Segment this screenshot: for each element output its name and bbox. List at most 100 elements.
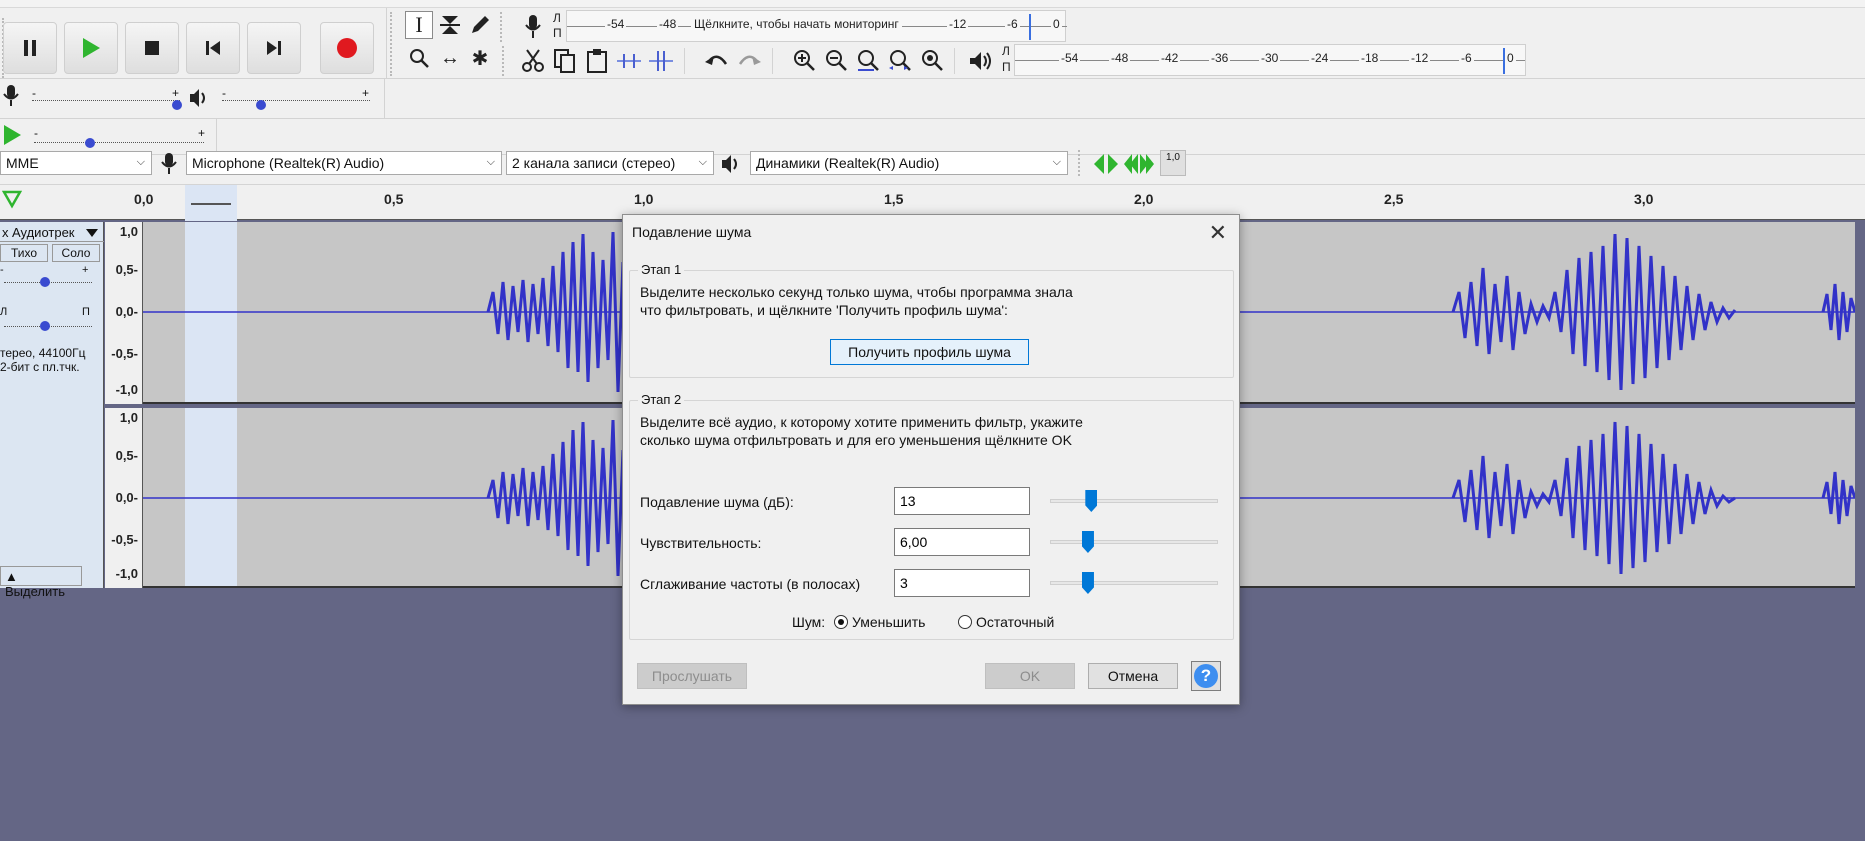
gain-plus: + <box>82 264 89 276</box>
noise-mode-label: Шум: <box>792 614 826 630</box>
sensitivity-input[interactable] <box>894 528 1030 556</box>
multi-tool[interactable]: ✱ <box>466 44 494 72</box>
copy-icon[interactable] <box>552 48 578 74</box>
step1-group: Этап 1 Выделите несколько секунд только … <box>629 262 1234 378</box>
microphone-icon[interactable] <box>522 14 544 40</box>
play-speed-slider[interactable] <box>34 142 204 143</box>
record-meter-grip[interactable] <box>500 12 508 42</box>
select-track-button[interactable]: ▲ Выделить <box>0 566 82 599</box>
recording-volume-slider[interactable] <box>32 100 180 101</box>
scale-label: -1,0 <box>115 382 138 397</box>
zoom-toggle-icon[interactable] <box>920 48 944 72</box>
timeshift-tool[interactable]: ↔ <box>436 44 464 72</box>
stop-button[interactable] <box>125 22 179 74</box>
vertical-scale-right[interactable]: 1,0 0,5- 0,0- -0,5- -1,0 <box>105 408 143 588</box>
envelope-icon <box>440 16 460 34</box>
cut-icon[interactable] <box>520 48 546 74</box>
playback-device-select[interactable]: Динамики (Realtek(R) Audio) ⌵ <box>750 151 1068 175</box>
preview-button[interactable]: Прослушать <box>637 663 747 689</box>
track-format: тереo, 44100Гц <box>0 346 86 360</box>
help-button[interactable]: ? <box>1191 661 1221 691</box>
residue-radio-label[interactable]: Остаточный <box>976 613 1054 631</box>
step1-text-line1: Выделите несколько секунд только шума, ч… <box>640 284 1073 300</box>
sensitivity-thumb[interactable] <box>1081 531 1094 553</box>
track-control-panel[interactable]: x Аудиотрек Тихо Соло - + Л П тереo, 441… <box>0 222 104 599</box>
play-at-speed-icon[interactable] <box>2 124 22 146</box>
play-meter-tick: -48 <box>1109 51 1131 65</box>
track-close-button[interactable]: x <box>2 225 9 240</box>
undo-icon[interactable] <box>704 50 730 72</box>
ok-button[interactable]: OK <box>985 663 1075 689</box>
playback-volume-thumb[interactable] <box>256 100 266 110</box>
trim-icon[interactable] <box>616 48 642 74</box>
noise-reduction-db-thumb[interactable] <box>1085 490 1098 512</box>
selection-tool[interactable]: I <box>405 11 433 39</box>
residue-radio[interactable] <box>958 615 972 629</box>
fit-project-icon[interactable] <box>888 48 912 72</box>
record-button[interactable] <box>320 22 374 74</box>
cancel-button[interactable]: Отмена <box>1088 663 1178 689</box>
zoom-out-icon[interactable] <box>824 48 848 72</box>
timeshift-icon: ↔ <box>440 46 460 69</box>
fit-selection-icon[interactable] <box>856 48 880 72</box>
speaker-icon <box>722 155 737 173</box>
play-meter[interactable]: -54 -48 -42 -36 -30 -24 -18 -12 -6 0 <box>1014 44 1526 76</box>
paste-icon[interactable] <box>584 48 610 74</box>
frequency-smoothing-slider[interactable] <box>1050 572 1218 594</box>
zoom-tool[interactable] <box>405 44 433 72</box>
pause-button[interactable] <box>3 22 57 74</box>
edit-toolbar-grip[interactable] <box>502 46 510 76</box>
slider-minus: - <box>222 86 226 100</box>
peak-marker <box>1029 14 1031 40</box>
noise-reduction-db-label: Подавление шума (дБ): <box>640 494 794 510</box>
top-strip <box>0 0 1865 8</box>
sensitivity-label: Чувствительность: <box>640 535 762 551</box>
audio-host-select[interactable]: MME ⌵ <box>0 151 152 175</box>
play-speed-thumb[interactable] <box>85 138 95 148</box>
redo-icon[interactable] <box>736 50 762 72</box>
ruler-menu-icon[interactable] <box>2 189 22 209</box>
get-noise-profile-button[interactable]: Получить профиль шума <box>830 339 1029 365</box>
envelope-tool[interactable] <box>436 11 464 39</box>
triangle-down-icon[interactable] <box>86 229 98 237</box>
skip-marks-icon[interactable] <box>1122 152 1156 176</box>
draw-tool[interactable] <box>466 11 494 39</box>
play-cut-preview-icon[interactable] <box>1092 152 1120 176</box>
frequency-smoothing-input[interactable] <box>894 569 1030 597</box>
sensitivity-slider[interactable] <box>1050 531 1218 553</box>
channels-select[interactable]: 2 канала записи (стерео) ⌵ <box>506 151 714 175</box>
step2-group: Этап 2 Выделите всё аудио, к которому хо… <box>629 392 1234 640</box>
solo-button[interactable]: Соло <box>52 244 100 262</box>
play-meter-tick: -24 <box>1309 51 1331 65</box>
speaker-icon[interactable] <box>968 50 994 72</box>
noise-reduction-db-slider[interactable] <box>1050 490 1218 512</box>
gain-thumb[interactable] <box>40 277 50 287</box>
play-at-speed-badge[interactable]: 1,0 <box>1160 150 1186 176</box>
silence-icon[interactable] <box>648 48 674 74</box>
record-meter-hint: Щёлкните, чтобы начать мониторинг <box>691 17 902 31</box>
recording-device-select[interactable]: Microphone (Realtek(R) Audio) ⌵ <box>186 151 502 175</box>
record-meter-tick: -6 <box>1005 17 1020 31</box>
record-meter-tick: -54 <box>605 17 627 31</box>
track-name[interactable]: Аудиотрек <box>12 225 75 240</box>
recording-volume-thumb[interactable] <box>172 100 182 110</box>
get-noise-profile-label: Получить профиль шума <box>848 344 1011 360</box>
toolbar-grip[interactable] <box>1078 150 1086 176</box>
play-button[interactable] <box>64 22 118 74</box>
step1-text-line2: что фильтровать, и щёлкните 'Получить пр… <box>640 302 1008 318</box>
selection-handle[interactable] <box>191 203 231 205</box>
playback-volume-slider[interactable] <box>222 100 370 101</box>
reduce-radio-label[interactable]: Уменьшить <box>852 613 925 631</box>
zoom-in-icon[interactable] <box>792 48 816 72</box>
pan-thumb[interactable] <box>40 321 50 331</box>
reduce-radio[interactable] <box>834 615 848 629</box>
noise-reduction-db-input[interactable] <box>894 487 1030 515</box>
tools-grip[interactable] <box>390 12 398 76</box>
close-icon[interactable]: ✕ <box>1209 219 1227 247</box>
mute-button[interactable]: Тихо <box>0 244 48 262</box>
vertical-scale-left[interactable]: 1,0 0,5- 0,0- -0,5- -1,0 <box>105 222 143 404</box>
skip-to-end-button[interactable] <box>247 22 301 74</box>
record-meter[interactable]: -54 -48 Щёлкните, чтобы начать мониторин… <box>566 10 1067 42</box>
frequency-smoothing-thumb[interactable] <box>1081 572 1094 594</box>
skip-to-start-button[interactable] <box>186 22 240 74</box>
